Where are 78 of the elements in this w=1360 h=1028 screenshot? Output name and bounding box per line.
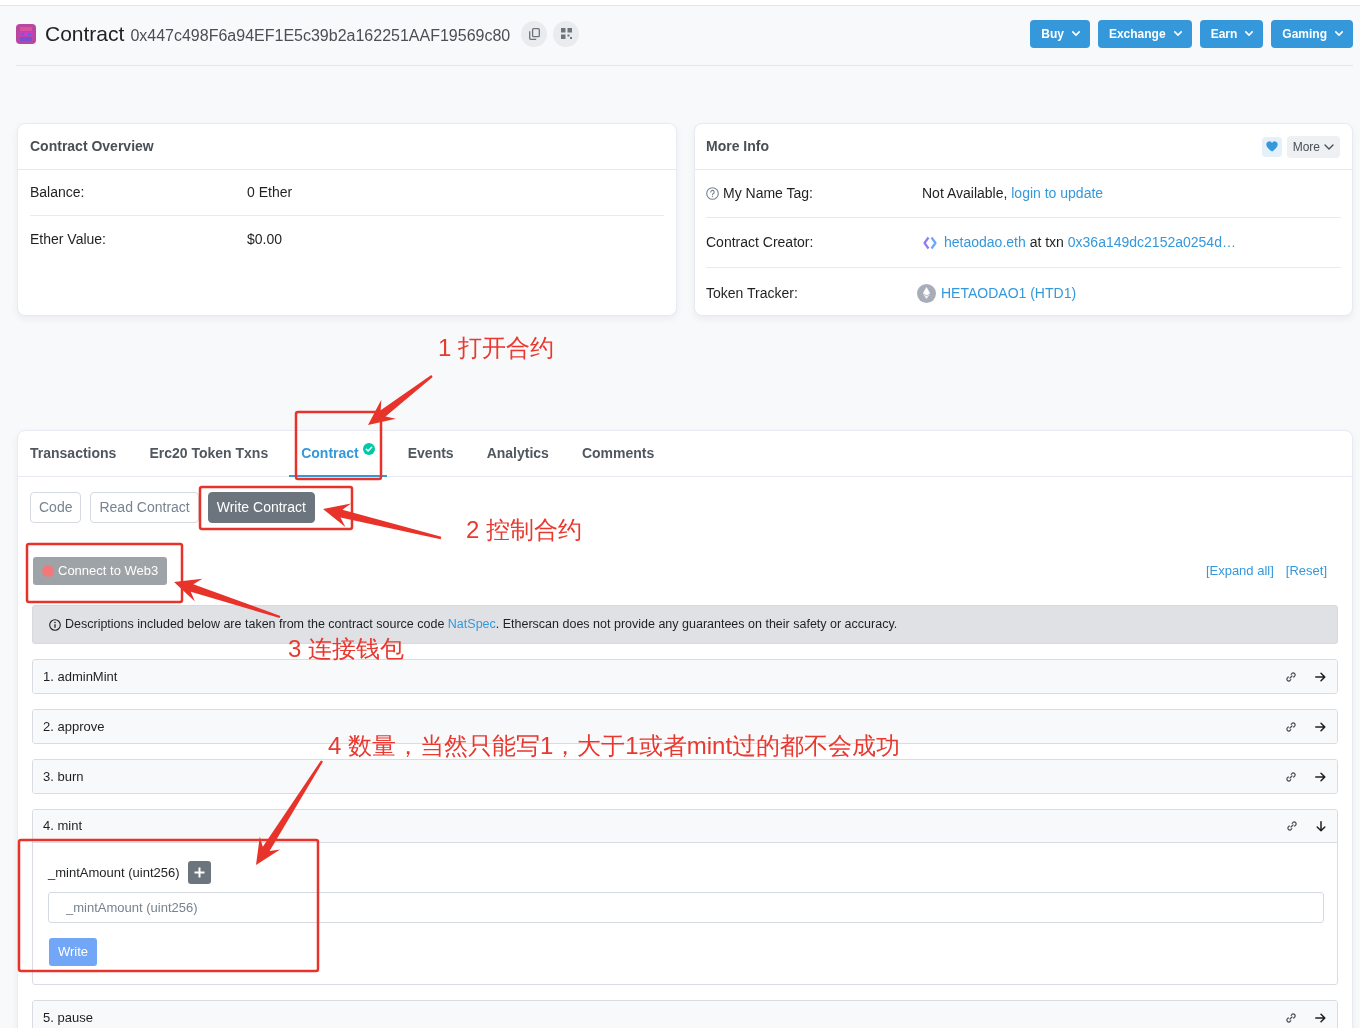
chevron-down-icon (1324, 143, 1334, 150)
annotation-arrow (368, 375, 433, 425)
function-panel[interactable]: 5. pause (32, 1000, 1338, 1028)
connect-button[interactable]: Connect to Web3 (33, 557, 168, 585)
function-panel[interactable]: 3. burn (32, 759, 1338, 794)
card-title: More Info (706, 137, 769, 156)
page-title: Contract (45, 20, 125, 47)
tab[interactable]: Transactions (18, 431, 129, 477)
panel-link[interactable]: [Reset] (1285, 561, 1327, 581)
panel-link[interactable]: [Expand all] (1205, 561, 1274, 581)
login-link[interactable]: login to update (1011, 185, 1104, 201)
qr-code-button[interactable] (553, 20, 580, 47)
tab[interactable]: Erc20 Token Txns (137, 431, 281, 477)
token-link[interactable]: HETAODAO1 (HTD1) (941, 282, 1077, 304)
link-icon[interactable] (1286, 820, 1298, 832)
link-icon[interactable] (1285, 720, 1297, 733)
add-button[interactable] (187, 861, 211, 884)
write-button[interactable]: Write (49, 938, 98, 966)
creator-value: hetaodao.eth at txn 0x36a149dc2152a0254d… (944, 233, 1236, 252)
menu-button[interactable]: Buy (1030, 19, 1090, 48)
field-label: Token Tracker: (706, 283, 798, 303)
arrow-right-icon (1315, 721, 1326, 732)
menu-button[interactable]: Gaming (1271, 19, 1353, 48)
contract-logo-icon (16, 23, 36, 44)
natspec-link[interactable]: NatSpec (447, 617, 496, 632)
tab[interactable]: Events (395, 431, 466, 477)
parameter-label: _mintAmount (uint256) (48, 863, 180, 882)
function-name: 1. adminMint (43, 668, 118, 685)
arrow-right-icon (1315, 1012, 1326, 1023)
notice-text: Descriptions included below are taken from the contract source code NatSpec. Etherscan does not provide any guarantees on their safety or accuracy. (65, 616, 898, 634)
function-name: 3. burn (43, 768, 84, 785)
token-coin-icon (917, 283, 936, 303)
function-panel[interactable]: 4. mint _mintAmount (uint256) _mintAmount (uint256) Write (32, 809, 1338, 985)
chevron-down-icon (1335, 31, 1343, 36)
field-label: My Name Tag: (723, 184, 813, 203)
card-title: Contract Overview (30, 137, 154, 156)
field-label: Contract Creator: (706, 233, 814, 252)
function-name: 2. approve (43, 718, 105, 735)
menu-button[interactable]: Exchange (1097, 19, 1192, 48)
more-button[interactable]: More (1286, 135, 1340, 158)
arrow-down-icon (1316, 820, 1326, 832)
favorite-button[interactable] (1261, 136, 1282, 157)
help-icon[interactable] (706, 187, 719, 200)
name-tag-value: Not Available, login to update (922, 184, 1104, 203)
field-value: $0.00 (247, 229, 283, 249)
tab[interactable]: Analytics (474, 431, 561, 477)
creator-link[interactable]: hetaodao.eth (944, 234, 1026, 250)
function-name: 4. mint (43, 818, 82, 834)
heart-icon (1265, 141, 1278, 152)
chevron-down-icon (1071, 31, 1080, 36)
info-icon (49, 618, 61, 631)
contract-address: 0x447c498F6a94EF1E5c39b2a162251AAF19569c80 (130, 25, 511, 46)
link-icon[interactable] (1285, 670, 1297, 683)
menu-button[interactable]: Earn (1199, 19, 1264, 48)
annotation-label: 1 打开合约 (438, 334, 554, 362)
chevron-down-icon (1245, 31, 1254, 36)
input-field[interactable]: _mintAmount (uint256) (48, 892, 1324, 923)
function-name: 5. pause (43, 1009, 93, 1026)
copy-button[interactable] (521, 20, 548, 47)
angle-brackets-icon (922, 234, 938, 251)
chevron-down-icon (1173, 31, 1182, 36)
sub-tab[interactable]: Code (30, 492, 82, 523)
plus-icon (193, 867, 205, 878)
sub-tab[interactable]: Read Contract (90, 492, 199, 523)
arrow-right-icon (1315, 671, 1326, 682)
field-label: Ether Value: (30, 229, 107, 249)
sub-tab[interactable]: Write Contract (207, 492, 315, 523)
field-label: Balance: (30, 183, 86, 202)
link-icon[interactable] (1285, 770, 1297, 783)
tab[interactable]: Contract (289, 431, 387, 477)
copy-icon (528, 27, 540, 40)
annotation-label: 2 控制合约 (466, 516, 582, 544)
arrow-right-icon (1315, 771, 1326, 782)
qr-code-icon (560, 28, 572, 39)
tab[interactable]: Comments (569, 431, 667, 477)
field-value: 0 Ether (247, 183, 293, 202)
link-icon[interactable] (1285, 1011, 1297, 1024)
transaction-link[interactable]: 0x36a149dc2152a0254d… (1067, 234, 1236, 250)
